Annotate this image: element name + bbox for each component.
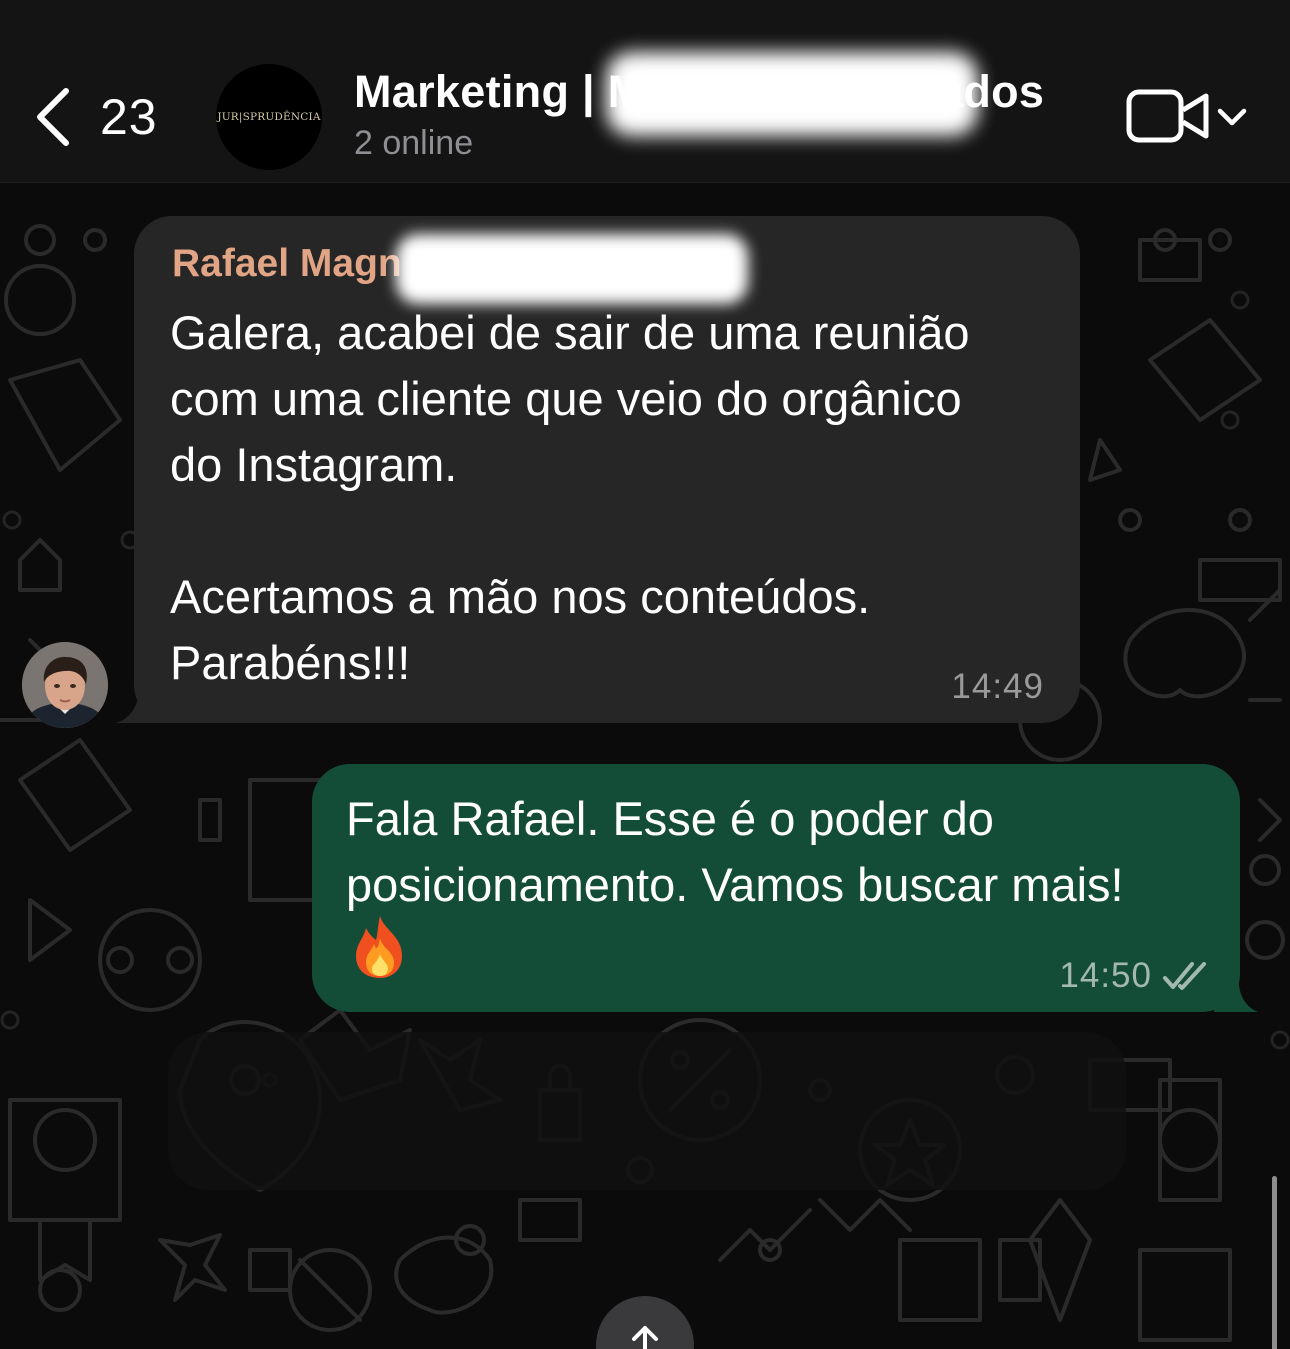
video-camera-icon	[1126, 89, 1209, 143]
arrow-up-icon	[632, 1326, 658, 1349]
chevron-down-icon	[1217, 108, 1247, 126]
avatar[interactable]	[22, 642, 108, 728]
online-status: 2 online	[354, 124, 474, 162]
back-button[interactable]: 23	[34, 82, 158, 152]
chat-title-prefix: Marketing | M	[354, 66, 646, 117]
loading-message-placeholder	[168, 1032, 1126, 1190]
avatar-photo	[22, 642, 108, 728]
sender-name[interactable]: Rafael Magn	[172, 242, 402, 286]
chevron-left-icon	[37, 88, 69, 146]
message-timestamp-area: 14:50	[1059, 956, 1210, 996]
group-avatar[interactable]: JUR|SPRUDÊNCIA	[216, 64, 322, 170]
video-call-button[interactable]	[1126, 88, 1248, 146]
message-timestamp: 14:49	[951, 667, 1044, 706]
chat-header: 23 JUR|SPRUDÊNCIA Marketing | M ados 2 o…	[0, 0, 1290, 183]
message-text: Fala Rafael. Esse é o poder do posiciona…	[346, 792, 1124, 911]
unread-count: 23	[100, 89, 158, 145]
redaction-blur	[606, 52, 978, 136]
group-logo: JUR|SPRUDÊNCIA	[217, 111, 321, 123]
redaction-blur	[396, 234, 748, 304]
fire-emoji-icon	[356, 916, 402, 978]
message-text: Galera, acabei de sair de uma reunião co…	[170, 306, 970, 689]
incoming-message-bubble[interactable]: Rafael Magn Galera, acabei de sair de um…	[134, 216, 1080, 723]
chat-title-area[interactable]: Marketing | M ados 2 online	[354, 52, 1074, 162]
scrollbar[interactable]	[1272, 1176, 1277, 1349]
outgoing-message-bubble[interactable]: Fala Rafael. Esse é o poder do posiciona…	[312, 764, 1240, 1012]
chat-screen: 23 JUR|SPRUDÊNCIA Marketing | M ados 2 o…	[0, 0, 1290, 1349]
double-check-icon	[1163, 962, 1206, 990]
message-timestamp: 14:50	[1059, 956, 1152, 995]
